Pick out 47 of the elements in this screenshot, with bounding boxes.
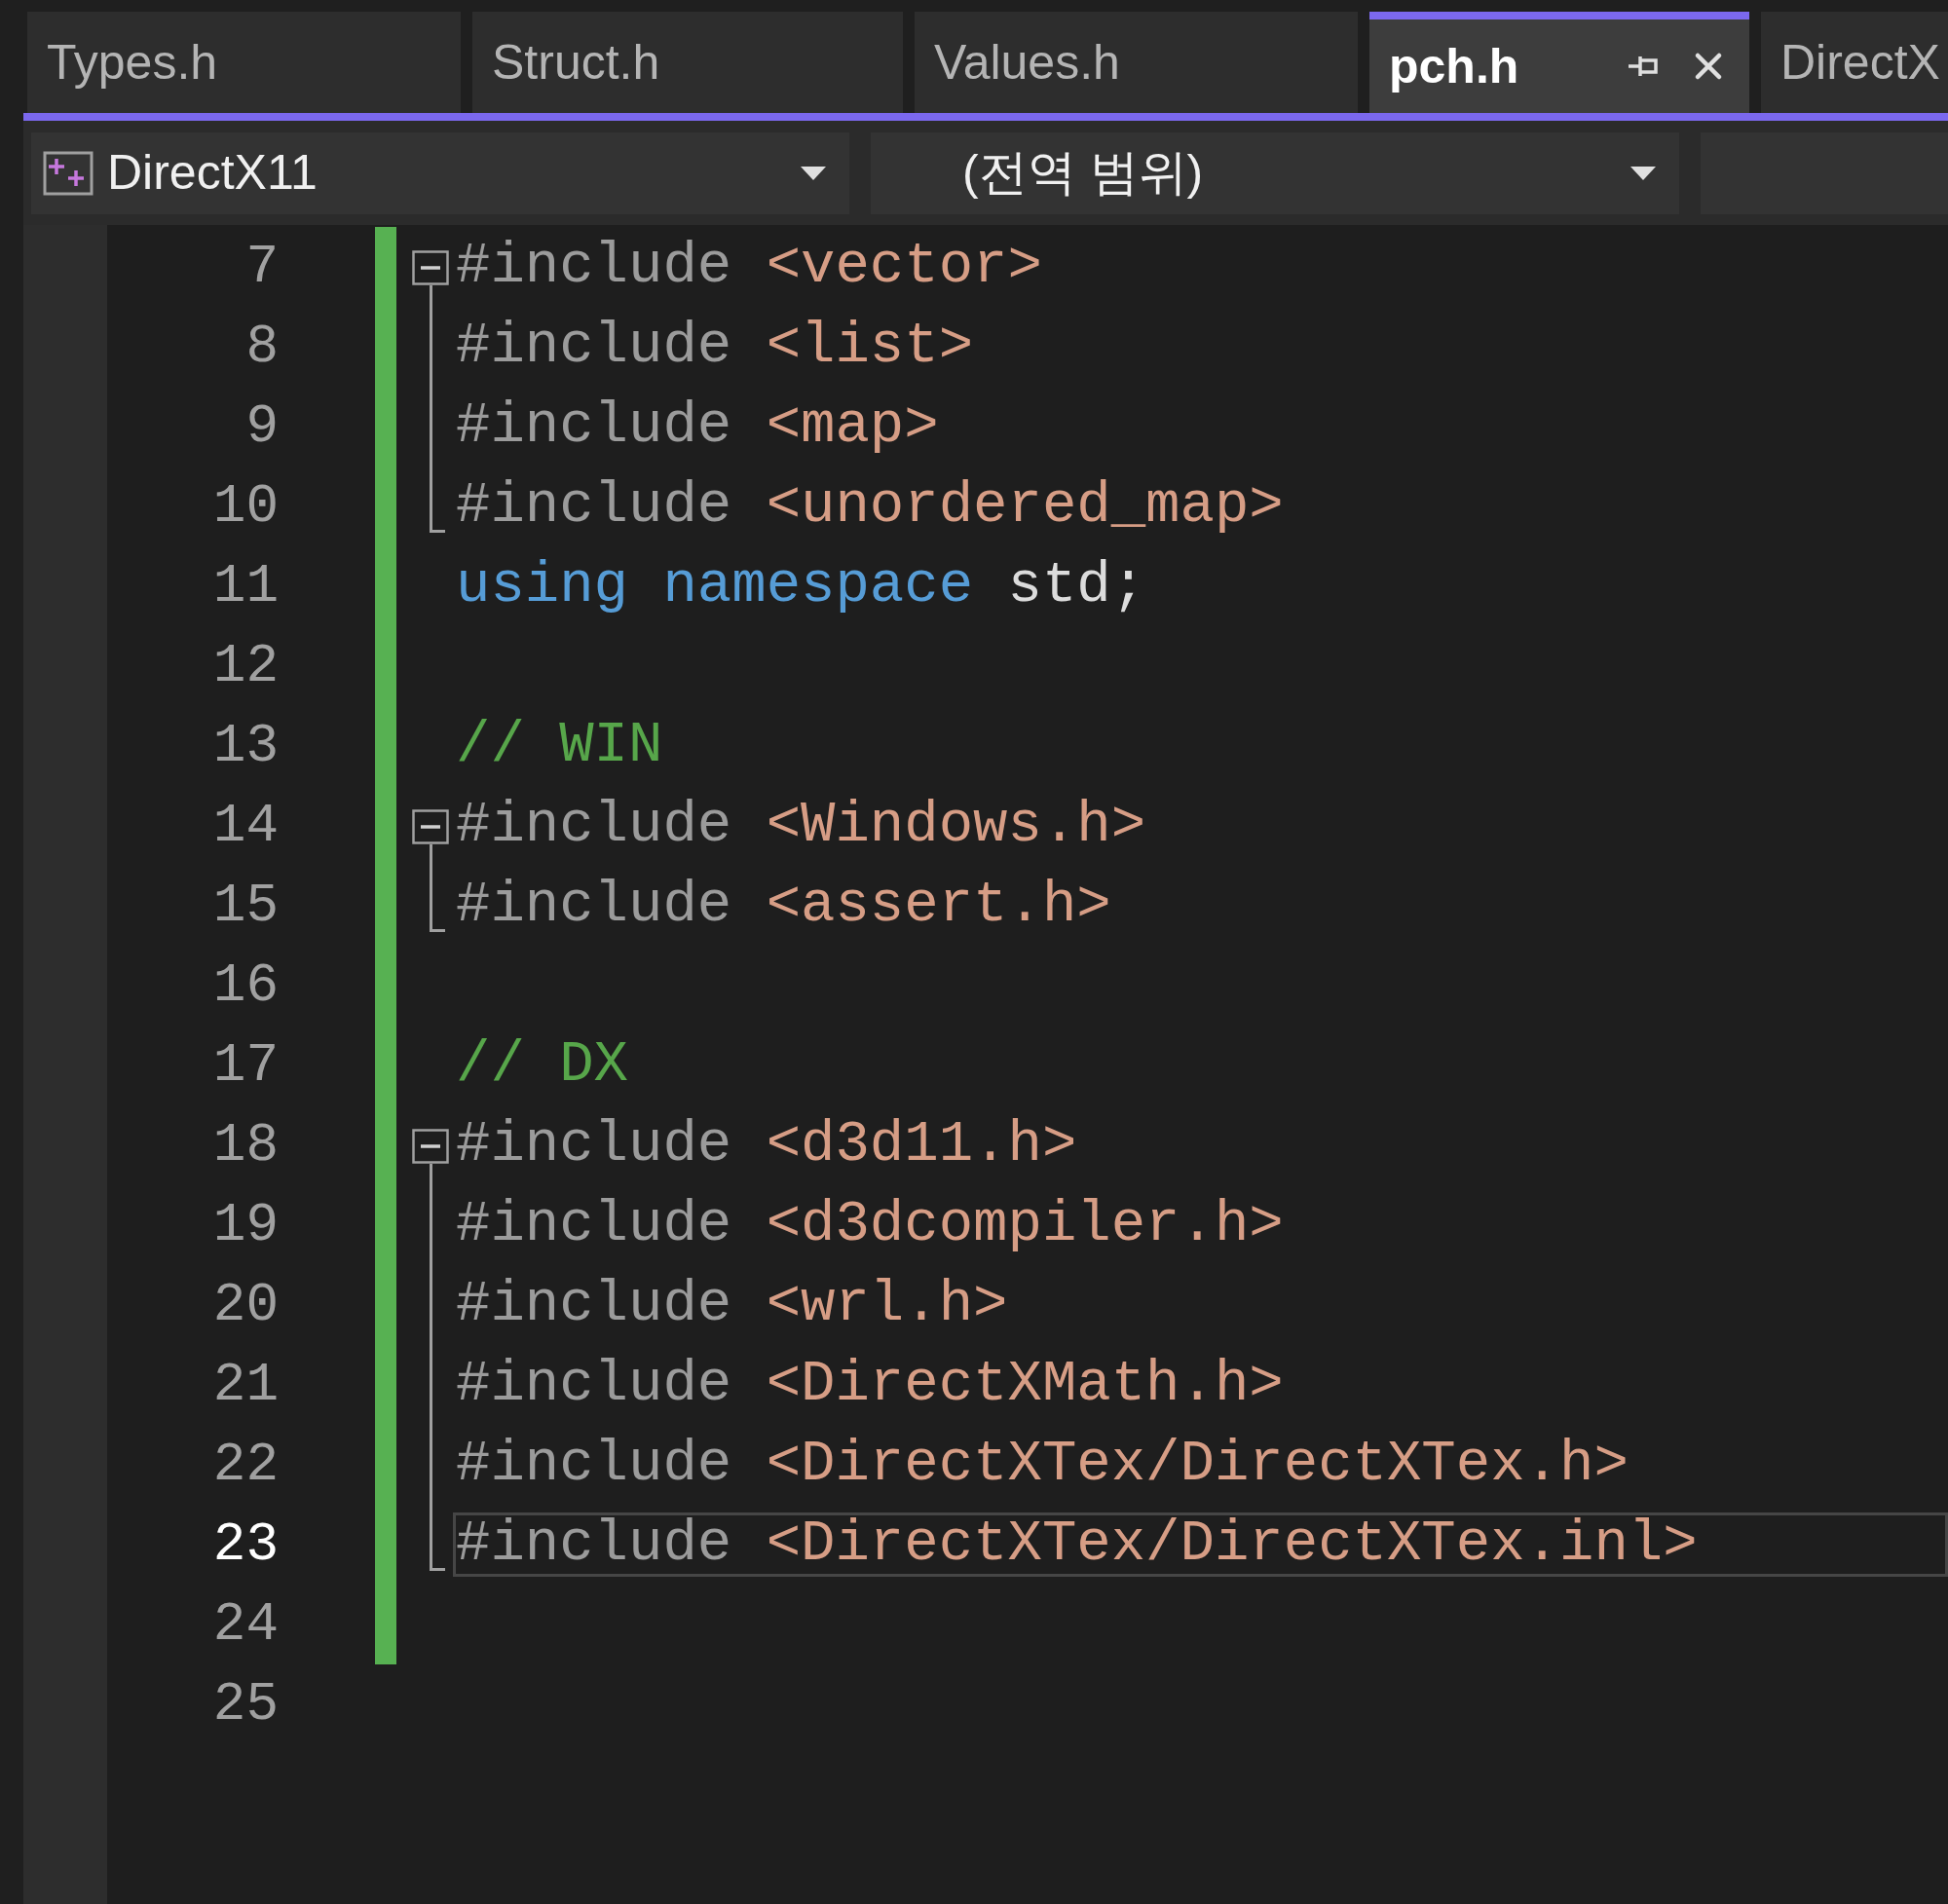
line-number: 16 <box>211 953 279 1019</box>
line-number: 24 <box>211 1592 279 1658</box>
collapse-icon[interactable] <box>412 250 449 285</box>
line-number: 9 <box>244 394 279 460</box>
file-tab[interactable]: Struct.h <box>472 12 903 113</box>
dropdown-caret-icon <box>801 166 826 180</box>
code-line: #include <map> <box>455 394 940 459</box>
code-line: #include <list> <box>455 315 975 379</box>
file-tab[interactable]: Types.h <box>27 12 461 113</box>
line-number: 21 <box>211 1353 279 1418</box>
line-number: 12 <box>211 634 279 699</box>
line-number: 15 <box>211 874 279 939</box>
line-number: 18 <box>211 1113 279 1178</box>
code-line: #include <wrl.h> <box>455 1273 1009 1337</box>
project-icon <box>43 150 94 196</box>
line-number: 10 <box>211 474 279 540</box>
code-line: // DX <box>455 1033 630 1098</box>
line-number: 17 <box>211 1033 279 1099</box>
code-line: #include <assert.h> <box>455 874 1112 938</box>
code-line: #include <vector> <box>455 235 1043 299</box>
collapse-icon[interactable] <box>412 1129 449 1164</box>
line-number: 20 <box>211 1273 279 1338</box>
code-line: #include <unordered_map> <box>455 474 1285 539</box>
dropdown-caret-icon <box>1630 166 1656 180</box>
line-number: 7 <box>244 235 279 300</box>
collapse-icon[interactable] <box>412 809 449 844</box>
line-number: 23 <box>211 1512 279 1578</box>
file-tab[interactable]: Values.h <box>915 12 1358 113</box>
line-number: 13 <box>211 714 279 779</box>
scope-dropdown[interactable]: (전역 범위) <box>871 131 1679 214</box>
file-tab[interactable]: DirectX <box>1761 12 1948 113</box>
code-line: #include <d3dcompiler.h> <box>455 1193 1285 1257</box>
code-line: #include <DirectXMath.h> <box>455 1353 1285 1417</box>
line-number: 14 <box>211 794 279 859</box>
line-number: 25 <box>211 1672 279 1737</box>
code-line: using namespace std; <box>455 554 1147 618</box>
code-line: // WIN <box>455 714 664 778</box>
line-number: 22 <box>211 1433 279 1498</box>
fold-line <box>429 844 432 866</box>
code-line: #include <d3d11.h> <box>455 1113 1078 1177</box>
line-number: 11 <box>211 554 279 619</box>
code-line: #include <Windows.h> <box>455 794 1147 858</box>
code-line: #include <DirectXTex/DirectXTex.h> <box>455 1433 1630 1497</box>
line-number: 8 <box>244 315 279 380</box>
line-number: 19 <box>211 1193 279 1258</box>
file-tab[interactable]: pch.h <box>1369 12 1749 113</box>
project-dropdown[interactable]: DirectX11 <box>31 131 849 214</box>
